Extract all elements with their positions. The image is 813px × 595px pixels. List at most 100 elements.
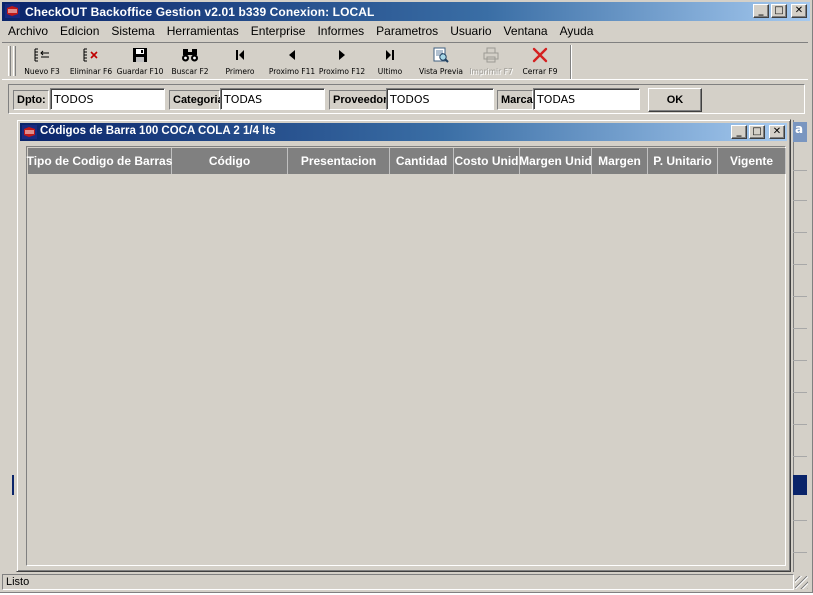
- maximize-icon: □: [774, 5, 784, 16]
- menu-edicion[interactable]: Edicion: [60, 24, 99, 38]
- minimize-button[interactable]: _: [753, 4, 769, 18]
- child-minimize-button[interactable]: _: [731, 125, 747, 139]
- maximize-button[interactable]: □: [771, 4, 787, 18]
- barcode-window: Códigos de Barra 100 COCA COLA 2 1/4 lts…: [16, 119, 791, 572]
- ultimo-label: Ultimo: [377, 67, 403, 76]
- child-maximize-button[interactable]: □: [749, 125, 765, 139]
- cerrar-label: Cerrar F9: [522, 67, 558, 76]
- close-x-icon: [531, 47, 549, 63]
- proximo-f11-button[interactable]: Proximo F11: [266, 45, 318, 79]
- imprimir-label: Imprimir F7: [469, 67, 513, 76]
- buscar-label: Buscar F2: [171, 67, 209, 76]
- nuevo-button[interactable]: Nuevo F3: [20, 45, 64, 79]
- app-icon: [22, 125, 37, 139]
- new-record-icon: [33, 47, 51, 63]
- window-title: CheckOUT Backoffice Gestion v2.01 b339 C…: [25, 5, 375, 19]
- title-bar[interactable]: CheckOUT Backoffice Gestion v2.01 b339 C…: [2, 2, 810, 21]
- print-preview-icon: [432, 47, 450, 63]
- minimize-icon: _: [736, 126, 742, 137]
- toolbar-grip-2: [13, 46, 16, 76]
- marca-label: Marca:: [497, 90, 536, 110]
- nuevo-label: Nuevo F3: [24, 67, 60, 76]
- barcode-window-title-bar[interactable]: Códigos de Barra 100 COCA COLA 2 1/4 lts…: [20, 123, 787, 141]
- filter-bar: Dpto: TODOS Categoria: TODAS Proveedor: …: [8, 84, 805, 114]
- grid-header: Tipo de Codigo de Barras Código Presenta…: [27, 148, 786, 174]
- background-row-line: [793, 296, 807, 297]
- background-window-title: a: [793, 122, 807, 142]
- menu-bar: Archivo Edicion Sistema Herramientas Ent…: [2, 21, 810, 41]
- column-header-vigente[interactable]: Vigente: [718, 148, 786, 174]
- primero-button[interactable]: Primero: [218, 45, 262, 79]
- menu-usuario[interactable]: Usuario: [450, 24, 491, 38]
- imprimir-button[interactable]: Imprimir F7: [468, 45, 514, 79]
- toolbar-grip[interactable]: [8, 46, 11, 76]
- dpto-field[interactable]: TODOS: [50, 88, 165, 110]
- column-header-costo-unid[interactable]: Costo Unid: [454, 148, 520, 174]
- categoria-field[interactable]: TODAS: [220, 88, 325, 110]
- background-row-line: [793, 392, 807, 393]
- column-header-margen-unid[interactable]: Margen Unid: [519, 148, 592, 174]
- first-record-icon: [231, 47, 249, 63]
- background-row-line: [793, 170, 807, 171]
- proveedor-field[interactable]: TODOS: [386, 88, 494, 110]
- close-button[interactable]: ✕: [791, 4, 807, 18]
- save-icon: [131, 47, 149, 63]
- background-row-line: [793, 360, 807, 361]
- child-close-button[interactable]: ✕: [769, 125, 785, 139]
- barcode-grid[interactable]: Tipo de Codigo de Barras Código Presenta…: [26, 146, 786, 566]
- background-row-line: [793, 456, 807, 457]
- menu-ayuda[interactable]: Ayuda: [560, 24, 594, 38]
- background-window[interactable]: [793, 120, 807, 572]
- column-header-margen[interactable]: Margen: [592, 148, 648, 174]
- column-header-cantidad[interactable]: Cantidad: [390, 148, 454, 174]
- background-selected-marker: [12, 475, 14, 495]
- vista-previa-button[interactable]: Vista Previa: [416, 45, 466, 79]
- background-row-line: [793, 520, 807, 521]
- toolbar: Nuevo F3 Eliminar F6 Guardar F10 Buscar …: [2, 42, 808, 80]
- menu-ventana[interactable]: Ventana: [504, 24, 548, 38]
- proximo-f11-label: Proximo F11: [268, 67, 316, 76]
- close-icon: ✕: [772, 126, 782, 137]
- column-header-presentacion[interactable]: Presentacion: [288, 148, 390, 174]
- last-record-icon: [381, 47, 399, 63]
- column-header-codigo[interactable]: Código: [172, 148, 288, 174]
- next-record-icon: [333, 47, 351, 63]
- maximize-icon: □: [752, 126, 762, 137]
- printer-icon: [482, 47, 500, 63]
- ultimo-button[interactable]: Ultimo: [372, 45, 408, 79]
- eliminar-button[interactable]: Eliminar F6: [68, 45, 114, 79]
- menu-parametros[interactable]: Parametros: [376, 24, 438, 38]
- column-header-p-unitario[interactable]: P. Unitario: [648, 148, 718, 174]
- background-row-line: [793, 552, 807, 553]
- proximo-f12-label: Proximo F12: [318, 67, 366, 76]
- minimize-icon: _: [758, 5, 764, 16]
- binoculars-icon: [181, 47, 199, 63]
- ok-button[interactable]: OK: [648, 88, 702, 112]
- menu-informes[interactable]: Informes: [317, 24, 364, 38]
- menu-archivo[interactable]: Archivo: [8, 24, 48, 38]
- app-icon: [5, 4, 20, 18]
- categoria-label: Categoria:: [169, 90, 227, 110]
- proveedor-label: Proveedor:: [329, 90, 391, 110]
- background-row-line: [793, 424, 807, 425]
- eliminar-label: Eliminar F6: [69, 67, 113, 76]
- background-row-line: [793, 264, 807, 265]
- background-selected-row: [793, 475, 807, 495]
- cerrar-button[interactable]: Cerrar F9: [518, 45, 562, 79]
- background-row-line: [793, 200, 807, 201]
- size-grip[interactable]: [795, 576, 808, 589]
- status-bar: Listo: [2, 573, 810, 591]
- column-header-tipo[interactable]: Tipo de Codigo de Barras: [27, 148, 172, 174]
- proximo-f12-button[interactable]: Proximo F12: [316, 45, 368, 79]
- marca-field[interactable]: TODAS: [533, 88, 640, 110]
- app-window: CheckOUT Backoffice Gestion v2.01 b339 C…: [0, 0, 813, 593]
- menu-sistema[interactable]: Sistema: [111, 24, 154, 38]
- menu-herramientas[interactable]: Herramientas: [167, 24, 239, 38]
- delete-record-icon: [82, 47, 100, 63]
- toolbar-separator: [570, 45, 572, 79]
- dpto-label: Dpto:: [13, 90, 49, 110]
- guardar-button[interactable]: Guardar F10: [116, 45, 164, 79]
- buscar-button[interactable]: Buscar F2: [168, 45, 212, 79]
- menu-enterprise[interactable]: Enterprise: [251, 24, 306, 38]
- close-icon: ✕: [794, 5, 804, 16]
